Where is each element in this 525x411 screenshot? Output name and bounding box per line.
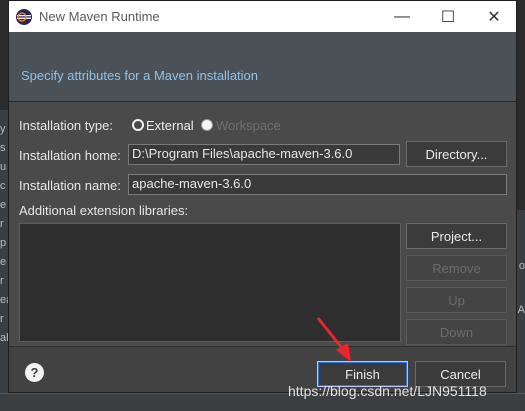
directory-button[interactable]: Directory... [406, 141, 507, 167]
background-left-panel: y s u c e r p e r ea r al [0, 110, 12, 410]
external-radio[interactable] [132, 119, 144, 131]
extension-libraries-list[interactable] [19, 223, 401, 342]
extension-libraries-label: Additional extension libraries: [19, 203, 189, 218]
background-text-fragment: e [0, 256, 7, 268]
minimize-button[interactable]: — [379, 1, 425, 32]
project-button[interactable]: Project... [406, 223, 507, 249]
background-text-fragment: r [0, 275, 4, 287]
help-icon[interactable]: ? [25, 363, 44, 382]
background-text-fragment: r [0, 218, 4, 230]
minimize-icon: — [394, 7, 410, 25]
background-text-fragment: p [0, 237, 7, 249]
eclipse-icon [16, 9, 32, 25]
workspace-radio-label: Workspace [216, 118, 281, 133]
maximize-button[interactable]: ☐ [425, 1, 471, 32]
header-description: Specify attributes for a Maven installat… [21, 68, 259, 83]
installation-name-input[interactable]: apache-maven-3.6.0 [128, 174, 507, 195]
background-text-fragment: e [0, 199, 7, 211]
background-text-fragment: s [0, 142, 6, 154]
window-title: New Maven Runtime [39, 9, 160, 24]
up-button: Up [406, 287, 507, 313]
background-text-fragment: o [518, 260, 525, 272]
background-text-fragment: A [517, 304, 525, 316]
installation-name-label: Installation name: [19, 178, 121, 193]
watermark-text: https://blog.csdn.net/LJN951118 [288, 383, 487, 399]
maximize-icon: ☐ [440, 8, 456, 26]
maven-runtime-dialog: New Maven Runtime — ☐ ✕ Specify attribut… [8, 0, 517, 393]
background-right-panel: o A [517, 210, 525, 411]
title-bar[interactable]: New Maven Runtime — ☐ ✕ [9, 1, 516, 32]
installation-home-label: Installation home: [19, 148, 121, 163]
background-text-fragment: u [0, 161, 7, 173]
close-button[interactable]: ✕ [471, 1, 517, 32]
dialog-header: Specify attributes for a Maven installat… [9, 32, 516, 102]
close-icon: ✕ [487, 8, 501, 26]
installation-home-input[interactable]: D:\Program Files\apache-maven-3.6.0 [128, 144, 400, 165]
workspace-radio [201, 119, 213, 131]
remove-button: Remove [406, 255, 507, 281]
background-text-fragment: r [0, 313, 4, 325]
installation-type-label: Installation type: [19, 118, 113, 133]
background-text-fragment: y [0, 123, 6, 135]
external-radio-label[interactable]: External [146, 118, 194, 133]
background-text-fragment: c [0, 180, 6, 192]
down-button: Down [406, 319, 507, 345]
